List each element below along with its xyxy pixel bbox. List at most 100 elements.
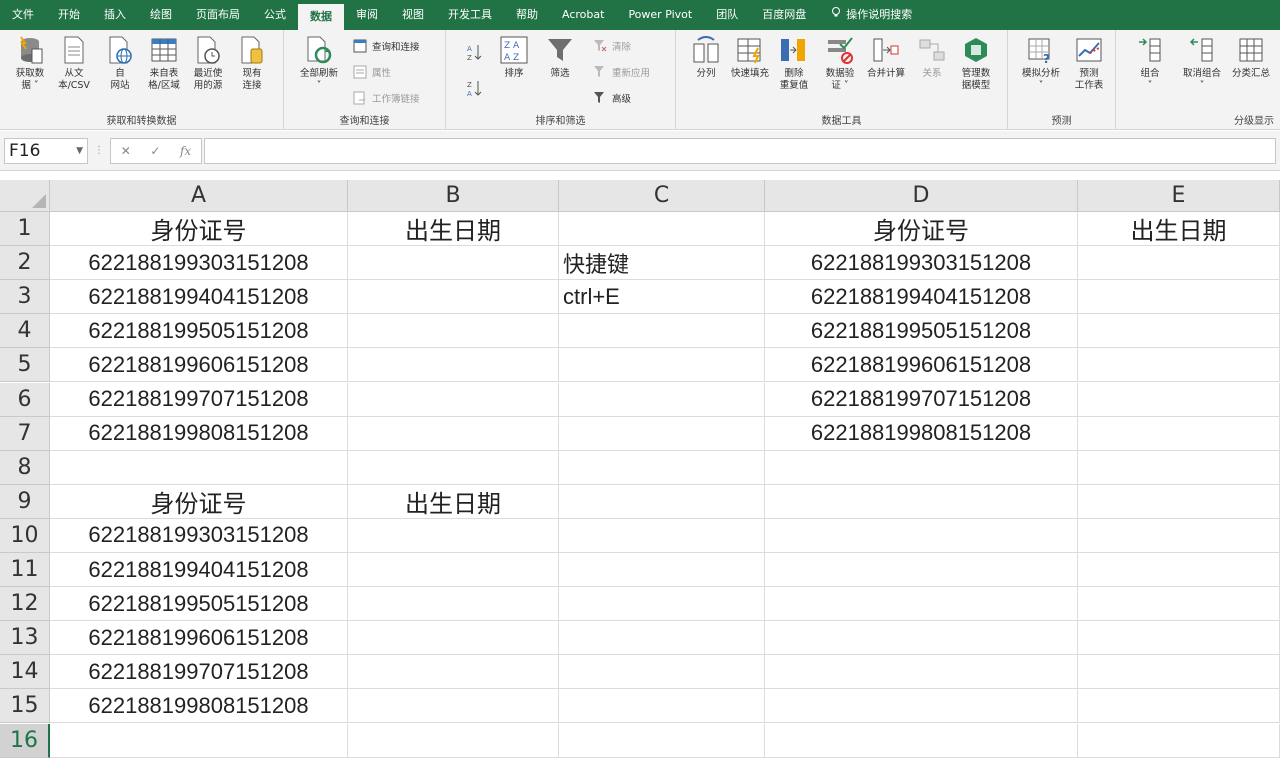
cell-E1[interactable]: 出生日期 <box>1078 212 1280 247</box>
cell-B4[interactable] <box>348 314 559 349</box>
row-header[interactable]: 10 <box>0 518 50 553</box>
tab-8[interactable]: 视图 <box>390 0 436 30</box>
cell-B8[interactable] <box>348 450 559 485</box>
cell-B6[interactable] <box>348 382 559 417</box>
cell-B14[interactable] <box>348 655 559 690</box>
workbook-links-button[interactable]: 工作簿链接 <box>352 90 420 106</box>
cell-C8[interactable] <box>559 450 765 485</box>
cell-B5[interactable] <box>348 348 559 383</box>
row-header[interactable]: 3 <box>0 280 50 315</box>
cell-E5[interactable] <box>1078 348 1280 383</box>
column-header-D[interactable]: D <box>765 180 1078 212</box>
properties-button[interactable]: 属性 <box>352 64 391 80</box>
advanced-filter-button[interactable]: 高级 <box>592 90 631 106</box>
cell-D11[interactable] <box>765 553 1078 588</box>
cell-D2[interactable]: 622188199303151208 <box>765 246 1078 281</box>
row-header[interactable]: 15 <box>0 689 50 724</box>
cell-B10[interactable] <box>348 518 559 553</box>
cell-A1[interactable]: 身份证号 <box>50 212 348 247</box>
cell-A15[interactable]: 622188199808151208 <box>50 689 348 724</box>
tab-13[interactable]: 团队 <box>704 0 750 30</box>
cell-D16[interactable] <box>765 723 1078 758</box>
filter-button[interactable]: 筛选 <box>538 34 582 80</box>
tab-12[interactable]: Power Pivot <box>616 0 704 30</box>
cell-D14[interactable] <box>765 655 1078 690</box>
what-if-analysis-button[interactable]: ? 模拟分析 ˅ <box>1016 34 1066 92</box>
group-button[interactable]: 组合 ˅ <box>1128 34 1172 92</box>
text-to-columns-button[interactable]: 分列 <box>684 34 728 80</box>
cell-C9[interactable] <box>559 484 765 519</box>
row-header[interactable]: 5 <box>0 348 50 383</box>
cell-C5[interactable] <box>559 348 765 383</box>
cell-E16[interactable] <box>1078 723 1280 758</box>
cell-E7[interactable] <box>1078 416 1280 451</box>
cell-B1[interactable]: 出生日期 <box>348 212 559 247</box>
tab-14[interactable]: 百度网盘 <box>750 0 818 30</box>
cell-D7[interactable]: 622188199808151208 <box>765 416 1078 451</box>
remove-duplicates-button[interactable]: 删除 重复值 <box>772 34 816 92</box>
cell-D1[interactable]: 身份证号 <box>765 212 1078 247</box>
cell-B13[interactable] <box>348 621 559 656</box>
cell-E12[interactable] <box>1078 587 1280 622</box>
cell-A3[interactable]: 622188199404151208 <box>50 280 348 315</box>
from-web-button[interactable]: 自 网站 <box>98 34 142 92</box>
from-table-range-button[interactable]: 来自表 格/区域 <box>142 34 186 92</box>
cell-C14[interactable] <box>559 655 765 690</box>
manage-data-model-button[interactable]: 管理数 据模型 <box>954 34 998 92</box>
tab-2[interactable]: 插入 <box>92 0 138 30</box>
cell-E2[interactable] <box>1078 246 1280 281</box>
row-header[interactable]: 13 <box>0 621 50 656</box>
tab-9[interactable]: 开发工具 <box>436 0 504 30</box>
cell-A10[interactable]: 622188199303151208 <box>50 518 348 553</box>
consolidate-button[interactable]: 合并计算 <box>864 34 908 80</box>
cell-C2[interactable]: 快捷键 <box>559 246 765 281</box>
select-all-corner[interactable] <box>0 180 50 212</box>
cell-D10[interactable] <box>765 518 1078 553</box>
sort-button[interactable]: Z AA Z 排序 <box>492 34 536 80</box>
cell-E10[interactable] <box>1078 518 1280 553</box>
sort-ascending-button[interactable]: AZ <box>466 44 482 61</box>
tab-4[interactable]: 页面布局 <box>184 0 252 30</box>
from-text-csv-button[interactable]: 从文 本/CSV <box>52 34 96 92</box>
cell-C12[interactable] <box>559 587 765 622</box>
formula-input[interactable] <box>204 138 1276 164</box>
cell-E4[interactable] <box>1078 314 1280 349</box>
cell-C10[interactable] <box>559 518 765 553</box>
drag-handle-icon[interactable]: ⋮ <box>94 145 104 156</box>
ungroup-button[interactable]: 取消组合 ˅ <box>1176 34 1228 92</box>
row-header[interactable]: 2 <box>0 246 50 281</box>
cell-C6[interactable] <box>559 382 765 417</box>
cell-A14[interactable]: 622188199707151208 <box>50 655 348 690</box>
refresh-all-button[interactable]: 全部刷新 ˅ <box>296 34 342 92</box>
chevron-down-icon[interactable]: ▼ <box>76 139 83 163</box>
cell-A12[interactable]: 622188199505151208 <box>50 587 348 622</box>
clear-filter-button[interactable]: 清除 <box>592 38 631 54</box>
column-header-B[interactable]: B <box>348 180 559 212</box>
row-header[interactable]: 7 <box>0 416 50 451</box>
cell-A2[interactable]: 622188199303151208 <box>50 246 348 281</box>
cell-C11[interactable] <box>559 553 765 588</box>
tab-10[interactable]: 帮助 <box>504 0 550 30</box>
tab-6[interactable]: 数据 <box>298 4 344 30</box>
cell-D13[interactable] <box>765 621 1078 656</box>
cell-B7[interactable] <box>348 416 559 451</box>
cell-C3[interactable]: ctrl+E <box>559 280 765 315</box>
cell-C1[interactable] <box>559 212 765 247</box>
name-box[interactable]: F16 ▼ <box>4 138 88 164</box>
cell-A4[interactable]: 622188199505151208 <box>50 314 348 349</box>
cell-E6[interactable] <box>1078 382 1280 417</box>
cell-A16[interactable] <box>50 723 348 758</box>
row-header[interactable]: 8 <box>0 450 50 485</box>
cell-B3[interactable] <box>348 280 559 315</box>
cell-C15[interactable] <box>559 689 765 724</box>
tab-3[interactable]: 绘图 <box>138 0 184 30</box>
cell-B12[interactable] <box>348 587 559 622</box>
row-header[interactable]: 12 <box>0 587 50 622</box>
insert-function-icon[interactable]: fx <box>180 144 191 158</box>
cell-E15[interactable] <box>1078 689 1280 724</box>
row-header[interactable]: 11 <box>0 553 50 588</box>
flash-fill-button[interactable]: 快速填充 <box>728 34 772 80</box>
cell-E8[interactable] <box>1078 450 1280 485</box>
cell-D4[interactable]: 622188199505151208 <box>765 314 1078 349</box>
cell-A7[interactable]: 622188199808151208 <box>50 416 348 451</box>
